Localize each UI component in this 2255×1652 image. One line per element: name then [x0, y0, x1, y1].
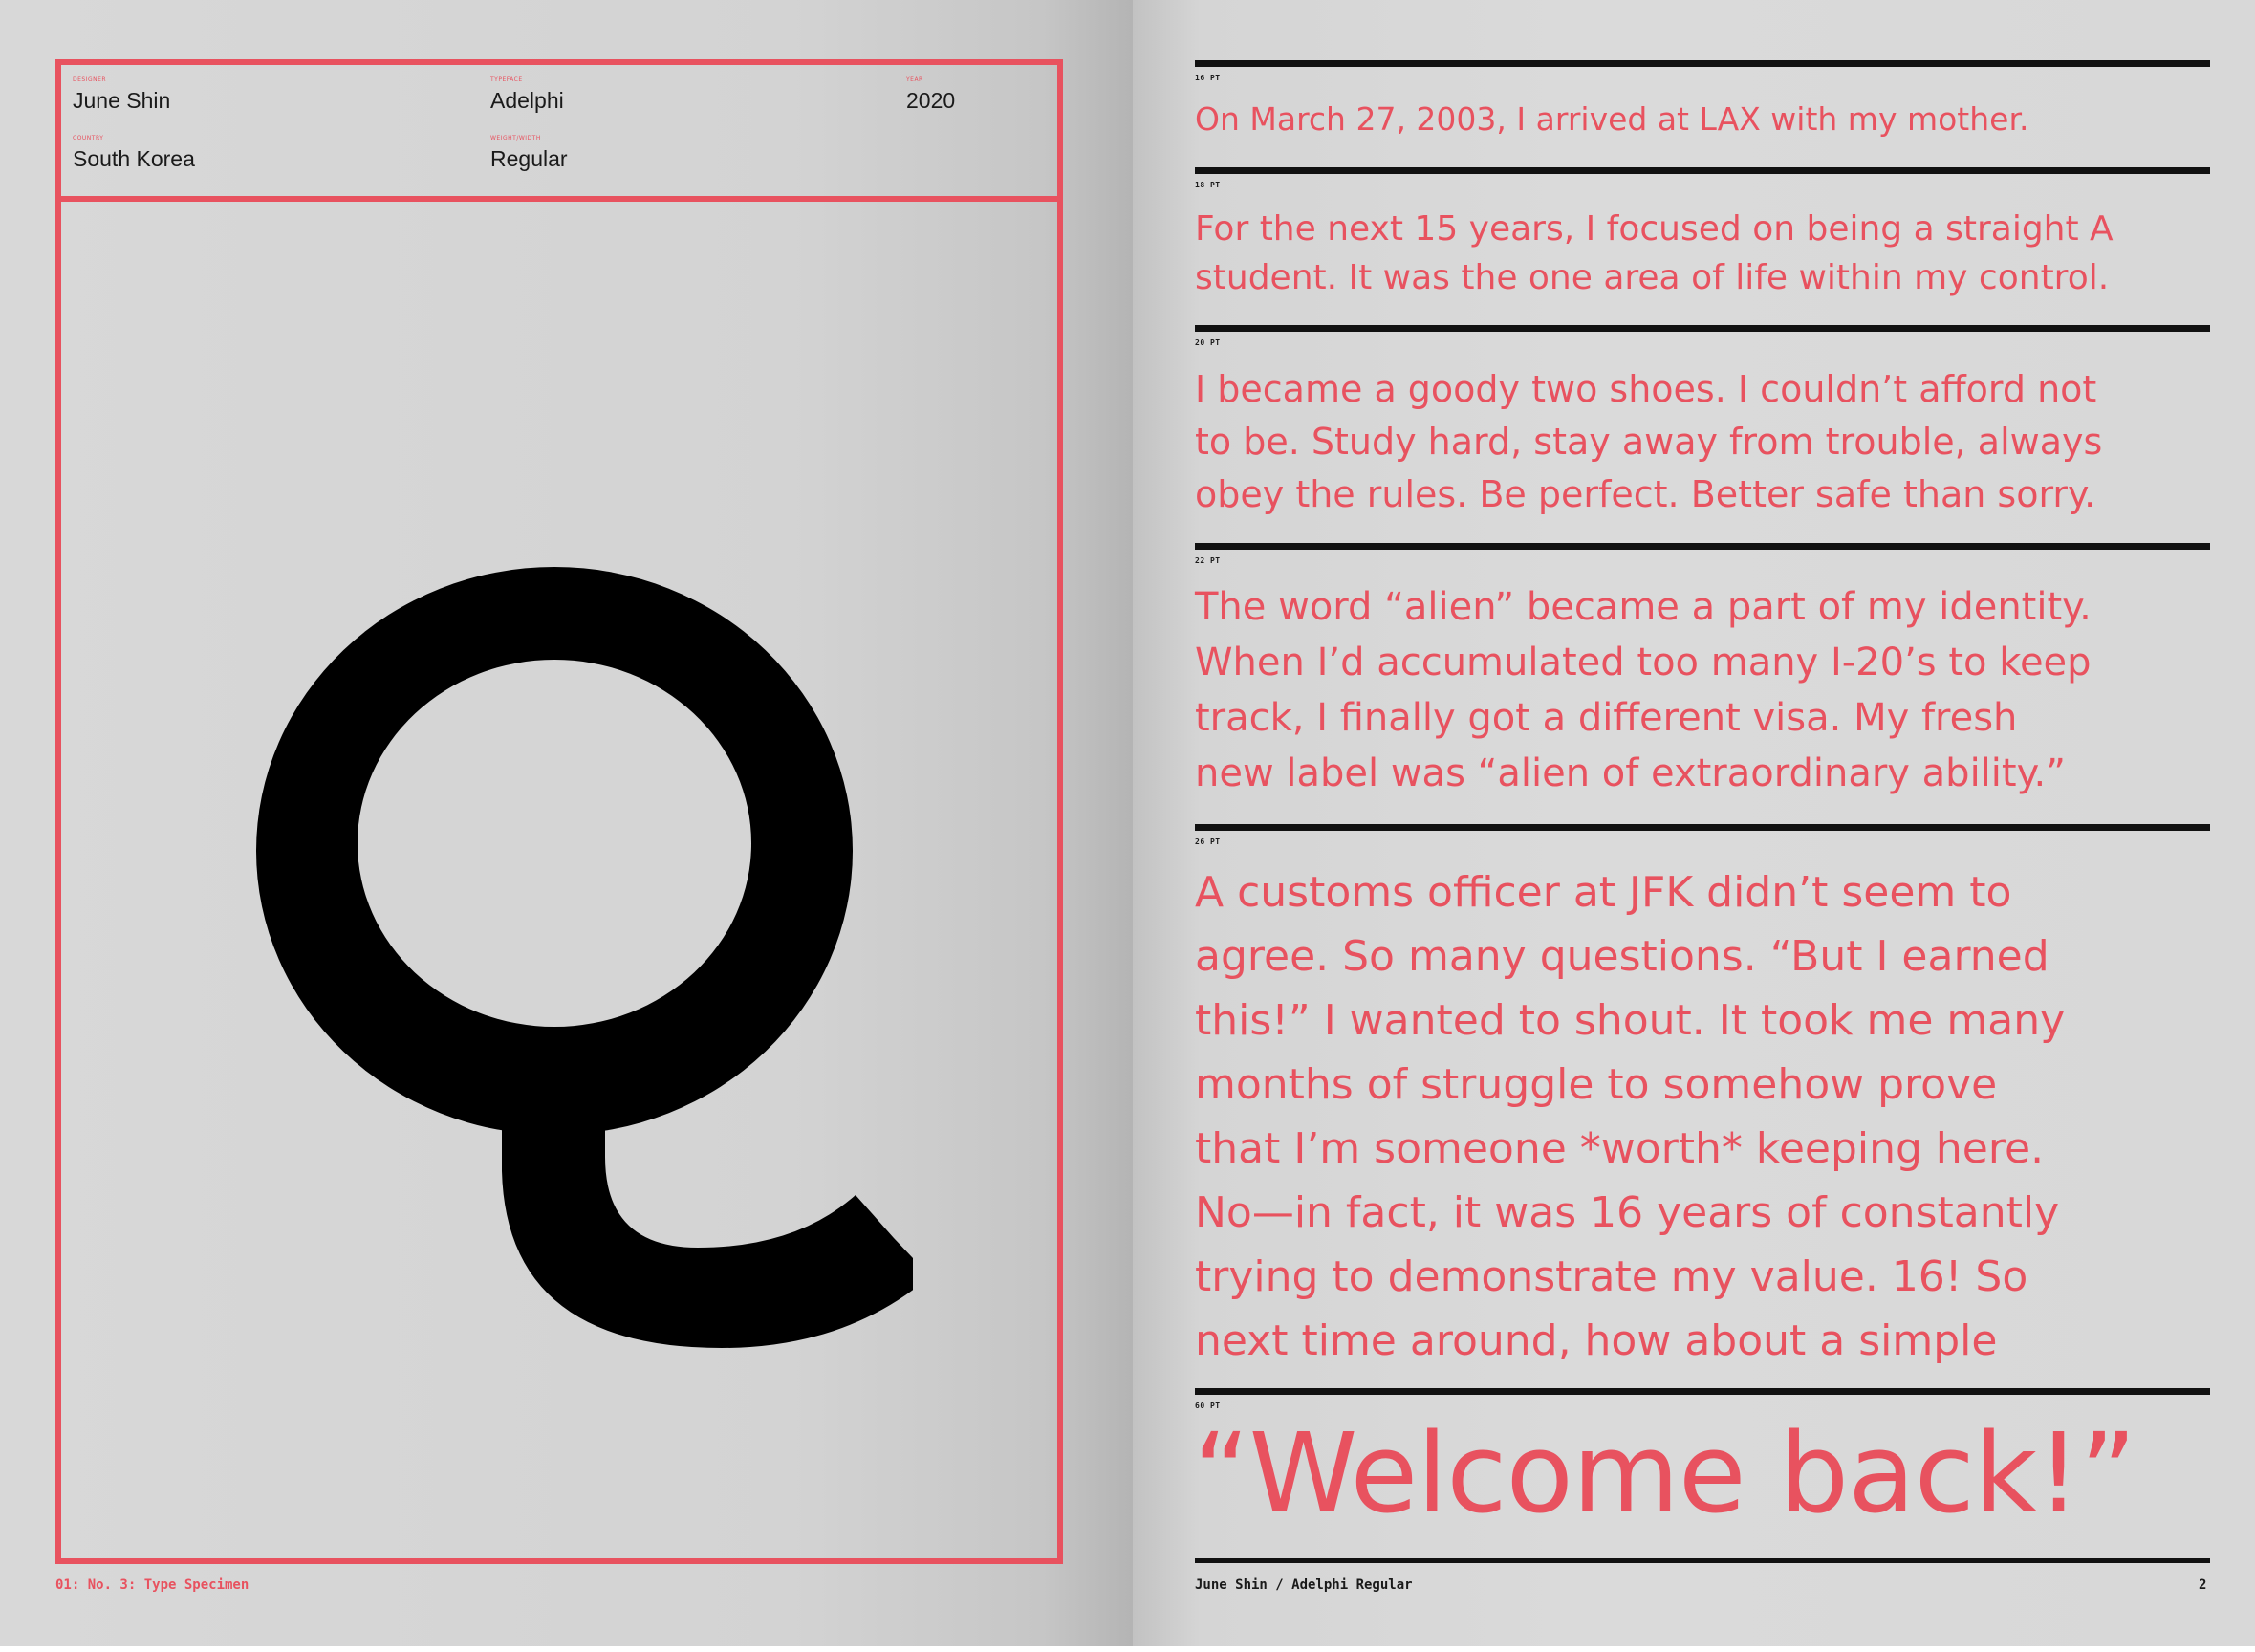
page-number: 2	[2199, 1577, 2207, 1593]
meta-typeface-value: Adelphi	[490, 88, 564, 113]
paragraph-20pt: I became a goody two shoes. I couldn’t a…	[1195, 363, 2210, 521]
section-rule	[1195, 824, 2210, 831]
size-marker: 20 PT	[1195, 338, 1221, 347]
paragraph-line: When I’d accumulated too many I-20’s to …	[1195, 641, 2092, 685]
meta-typeface-label: Typeface	[490, 76, 523, 83]
frame-divider	[55, 196, 1063, 202]
meta-weight-value: Regular	[490, 146, 568, 171]
left-page-footer: 01: No. 3: Type Specimen	[55, 1577, 249, 1593]
size-marker: 18 PT	[1195, 181, 1221, 189]
size-marker: 26 PT	[1195, 837, 1221, 846]
paragraph-line: The word “alien” became a part of my ide…	[1195, 585, 2092, 629]
paragraph-line: to be. Study hard, stay away from troubl…	[1195, 421, 2103, 463]
section-rule	[1195, 543, 2210, 550]
specimen-glyph-q	[256, 567, 913, 1348]
size-marker: 16 PT	[1195, 74, 1221, 82]
meta-designer-label: Designer	[73, 76, 107, 83]
paragraph-line: obey the rules. Be perfect. Better safe …	[1195, 473, 2096, 515]
paragraph-line: For the next 15 years, I focused on bein…	[1195, 209, 2114, 249]
paragraph-line: agree. So many questions. “But I earned	[1195, 932, 2049, 981]
paragraph-line: new label was “alien of extraordinary ab…	[1195, 751, 2066, 795]
right-page-footer-credit: June Shin / Adelphi Regular	[1195, 1577, 1413, 1593]
meta-country-label: Country	[73, 135, 104, 141]
paragraph-line: No—in fact, it was 16 years of constantl…	[1195, 1188, 2060, 1237]
paragraph-line: trying to demonstrate my value. 16! So	[1195, 1252, 2028, 1301]
size-marker: 60 PT	[1195, 1402, 1221, 1410]
meta-weight-label: Weight/Width	[490, 135, 541, 141]
meta-designer-value: June Shin	[73, 88, 171, 113]
size-marker: 22 PT	[1195, 556, 1221, 565]
bottom-edge	[0, 1646, 2255, 1652]
paragraph-16pt: On March 27, 2003, I arrived at LAX with…	[1195, 98, 2210, 141]
paragraph-line: this!” I wanted to shout. It took me man…	[1195, 996, 2066, 1045]
paragraph-line: that I’m someone *worth* keeping here.	[1195, 1124, 2045, 1173]
paragraph-line: A customs officer at JFK didn’t seem to	[1195, 868, 2012, 917]
paragraph-22pt: The word “alien” became a part of my ide…	[1195, 579, 2210, 801]
paragraph-18pt: For the next 15 years, I focused on bein…	[1195, 205, 2210, 302]
footer-rule	[1195, 1558, 2210, 1563]
paragraph-line: track, I finally got a different visa. M…	[1195, 696, 2018, 740]
meta-year-value: 2020	[906, 88, 956, 113]
paragraph-line: On March 27, 2003, I arrived at LAX with…	[1195, 100, 2029, 138]
meta-year-label: Year	[906, 76, 923, 83]
closing-headline: “Welcome back!”	[1193, 1410, 2136, 1538]
section-rule	[1195, 325, 2210, 332]
section-rule	[1195, 167, 2210, 174]
magazine-spread: Designer June Shin Typeface Adelphi Year…	[0, 0, 2255, 1652]
paragraph-line: I became a goody two shoes. I couldn’t a…	[1195, 368, 2097, 410]
meta-country-value: South Korea	[73, 146, 195, 171]
section-rule	[1195, 60, 2210, 67]
paragraph-26pt: A customs officer at JFK didn’t seem to …	[1195, 860, 2210, 1373]
section-rule	[1195, 1388, 2210, 1395]
paragraph-line: months of struggle to somehow prove	[1195, 1060, 1998, 1109]
paragraph-line: student. It was the one area of life wit…	[1195, 258, 2110, 297]
paragraph-line: next time around, how about a simple	[1195, 1316, 1998, 1365]
